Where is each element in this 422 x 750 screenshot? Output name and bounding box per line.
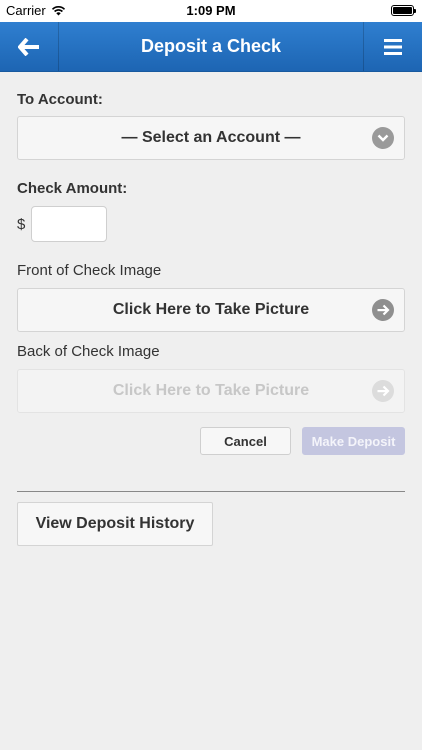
back-image-label: Back of Check Image xyxy=(17,343,160,360)
status-time: 1:09 PM xyxy=(186,3,236,18)
back-take-picture-button[interactable]: Click Here to Take Picture xyxy=(17,369,405,413)
cancel-button[interactable]: Cancel xyxy=(200,427,291,455)
front-take-picture-label: Click Here to Take Picture xyxy=(112,301,310,318)
arrow-left-icon xyxy=(18,37,39,56)
front-image-label: Front of Check Image xyxy=(17,262,162,279)
make-deposit-button[interactable]: Make Deposit xyxy=(302,427,405,455)
currency-symbol: $ xyxy=(17,215,26,233)
deposit-form: To Account: — Select an Account — Check … xyxy=(0,91,422,546)
back-button[interactable] xyxy=(0,22,59,71)
hamburger-icon xyxy=(384,38,402,55)
amount-row: $ xyxy=(17,206,405,242)
account-select-value: — Select an Account — xyxy=(121,129,301,146)
battery-icon xyxy=(391,5,416,16)
section-divider xyxy=(17,491,405,492)
nav-bar: Deposit a Check xyxy=(0,22,422,72)
check-amount-label: Check Amount: xyxy=(17,180,128,197)
menu-button[interactable] xyxy=(363,22,422,71)
to-account-label: To Account: xyxy=(17,91,103,108)
account-select[interactable]: — Select an Account — xyxy=(17,116,405,160)
front-take-picture-button[interactable]: Click Here to Take Picture xyxy=(17,288,405,332)
check-amount-input[interactable] xyxy=(31,206,108,242)
page-title: Deposit a Check xyxy=(140,36,282,56)
back-take-picture-label: Click Here to Take Picture xyxy=(112,382,310,399)
arrow-right-icon xyxy=(372,380,394,402)
chevron-down-icon xyxy=(372,127,394,149)
status-bar: Carrier 1:09 PM xyxy=(0,0,422,22)
arrow-right-icon xyxy=(372,299,394,321)
action-buttons: Cancel Make Deposit xyxy=(17,427,405,455)
view-deposit-history-button[interactable]: View Deposit History xyxy=(17,502,213,546)
